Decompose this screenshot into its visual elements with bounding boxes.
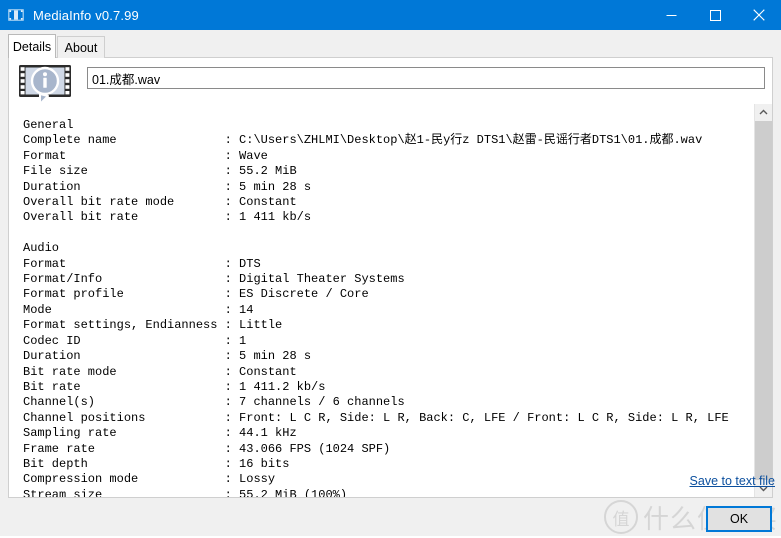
maximize-icon — [709, 9, 721, 21]
vertical-scrollbar[interactable] — [754, 104, 772, 497]
details-panel: General Complete name : C:\Users\ZHLMI\D… — [8, 57, 773, 498]
window-controls — [649, 0, 781, 30]
chevron-up-icon — [759, 109, 768, 115]
tab-about[interactable]: About — [57, 36, 105, 58]
save-to-text-file-link[interactable]: Save to text file — [690, 474, 775, 488]
ok-button[interactable]: OK — [706, 506, 772, 532]
minimize-icon — [666, 14, 676, 16]
tab-details[interactable]: Details — [8, 34, 56, 58]
scroll-up-button[interactable] — [755, 104, 772, 121]
ok-button-label: OK — [729, 512, 749, 526]
window-title: MediaInfo v0.7.99 — [33, 7, 139, 23]
title-bar: MediaInfo v0.7.99 — [0, 0, 781, 30]
media-info-text: General Complete name : C:\Users\ZHLMI\D… — [23, 118, 729, 497]
dialog-footer — [0, 499, 781, 536]
tab-strip: Details About — [0, 30, 781, 58]
mediainfo-window: MediaInfo v0.7.99 Details About 01.成都.wa… — [0, 0, 781, 536]
scrollbar-thumb[interactable] — [755, 121, 772, 480]
close-button[interactable] — [737, 0, 781, 30]
maximize-button[interactable] — [693, 0, 737, 30]
mediainfo-film-info-icon — [16, 63, 74, 107]
mediainfo-icon — [7, 6, 25, 24]
minimize-button[interactable] — [649, 0, 693, 30]
close-icon — [753, 9, 765, 21]
tab-about-label: About — [64, 40, 98, 55]
filename-input[interactable] — [87, 67, 765, 89]
info-text-area[interactable]: General Complete name : C:\Users\ZHLMI\D… — [10, 104, 756, 497]
tab-details-label: Details — [12, 39, 52, 54]
